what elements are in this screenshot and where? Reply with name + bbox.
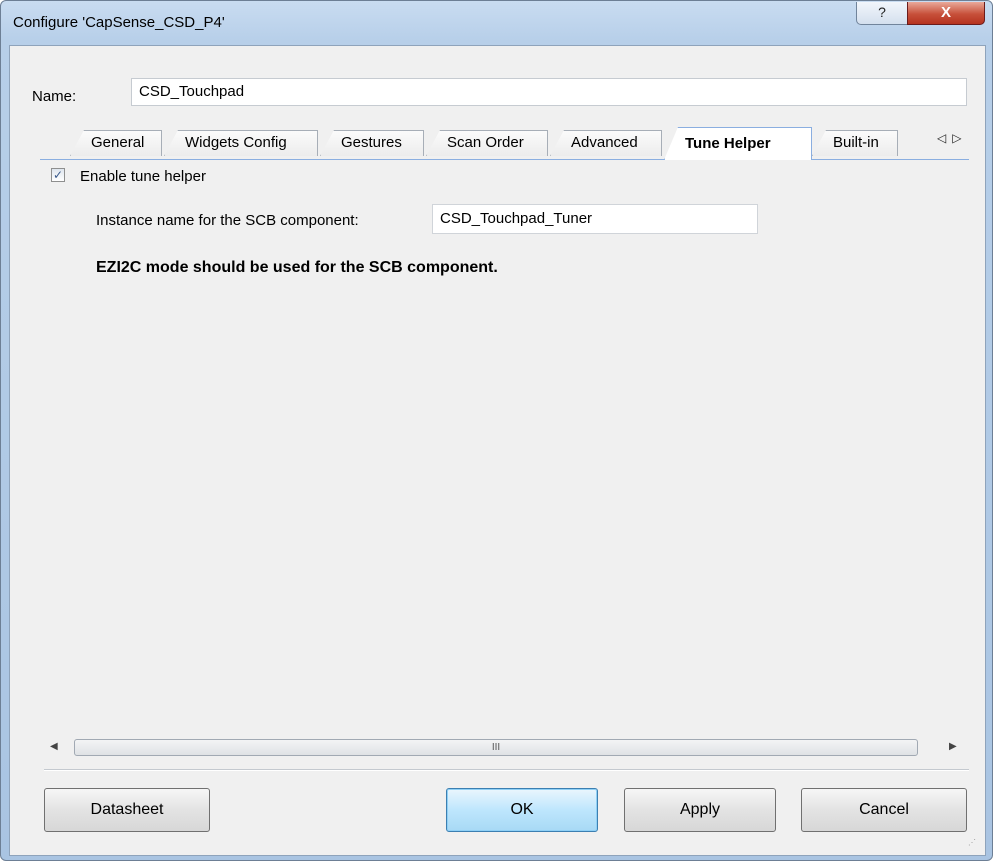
- name-label: Name:: [32, 88, 77, 105]
- resize-grip-icon[interactable]: ⋰: [968, 838, 976, 847]
- dialog-client-area: [9, 45, 986, 856]
- tab-gestures[interactable]: Gestures: [320, 130, 424, 156]
- checkmark-icon: ✓: [52, 168, 64, 182]
- tab-scroll-right-icon[interactable]: ▷: [952, 131, 967, 145]
- tab-built-in[interactable]: Built-in: [812, 130, 898, 156]
- instance-name-label: Instance name for the SCB component:: [96, 212, 359, 229]
- name-field[interactable]: CSD_Touchpad: [131, 78, 967, 106]
- tab-advanced[interactable]: Advanced: [550, 130, 662, 156]
- window-title: Configure 'CapSense_CSD_P4': [13, 14, 225, 31]
- close-icon: X: [940, 4, 951, 21]
- configure-dialog: Configure 'CapSense_CSD_P4' ? X: [0, 0, 993, 861]
- scroll-left-icon[interactable]: ◀: [50, 741, 58, 752]
- ok-button[interactable]: OK: [446, 788, 598, 832]
- enable-tune-helper-label[interactable]: Enable tune helper: [80, 168, 206, 185]
- cancel-button[interactable]: Cancel: [801, 788, 967, 832]
- ezi2c-note: EZI2C mode should be used for the SCB co…: [96, 259, 498, 276]
- scrollbar-thumb[interactable]: III: [74, 739, 918, 756]
- tab-widgets-config[interactable]: Widgets Config: [164, 130, 318, 156]
- close-button[interactable]: X: [907, 2, 985, 25]
- tab-strip-baseline: [40, 159, 969, 160]
- footer-separator: [44, 769, 969, 771]
- enable-tune-helper-checkbox[interactable]: ✓: [51, 168, 65, 182]
- title-bar[interactable]: Configure 'CapSense_CSD_P4': [1, 1, 992, 45]
- tab-general[interactable]: General: [70, 130, 162, 156]
- tab-tune-helper[interactable]: Tune Helper: [664, 127, 812, 160]
- tab-scroll-left-icon[interactable]: ◁: [937, 131, 952, 145]
- scroll-right-icon[interactable]: ▶: [949, 741, 957, 752]
- apply-button[interactable]: Apply: [624, 788, 776, 832]
- instance-name-field[interactable]: CSD_Touchpad_Tuner: [432, 204, 758, 234]
- help-icon: ?: [878, 4, 886, 20]
- datasheet-button[interactable]: Datasheet: [44, 788, 210, 832]
- tab-scan-order[interactable]: Scan Order: [426, 130, 548, 156]
- help-button[interactable]: ?: [856, 2, 908, 25]
- tab-scroll-arrows: ◁▷: [937, 131, 967, 145]
